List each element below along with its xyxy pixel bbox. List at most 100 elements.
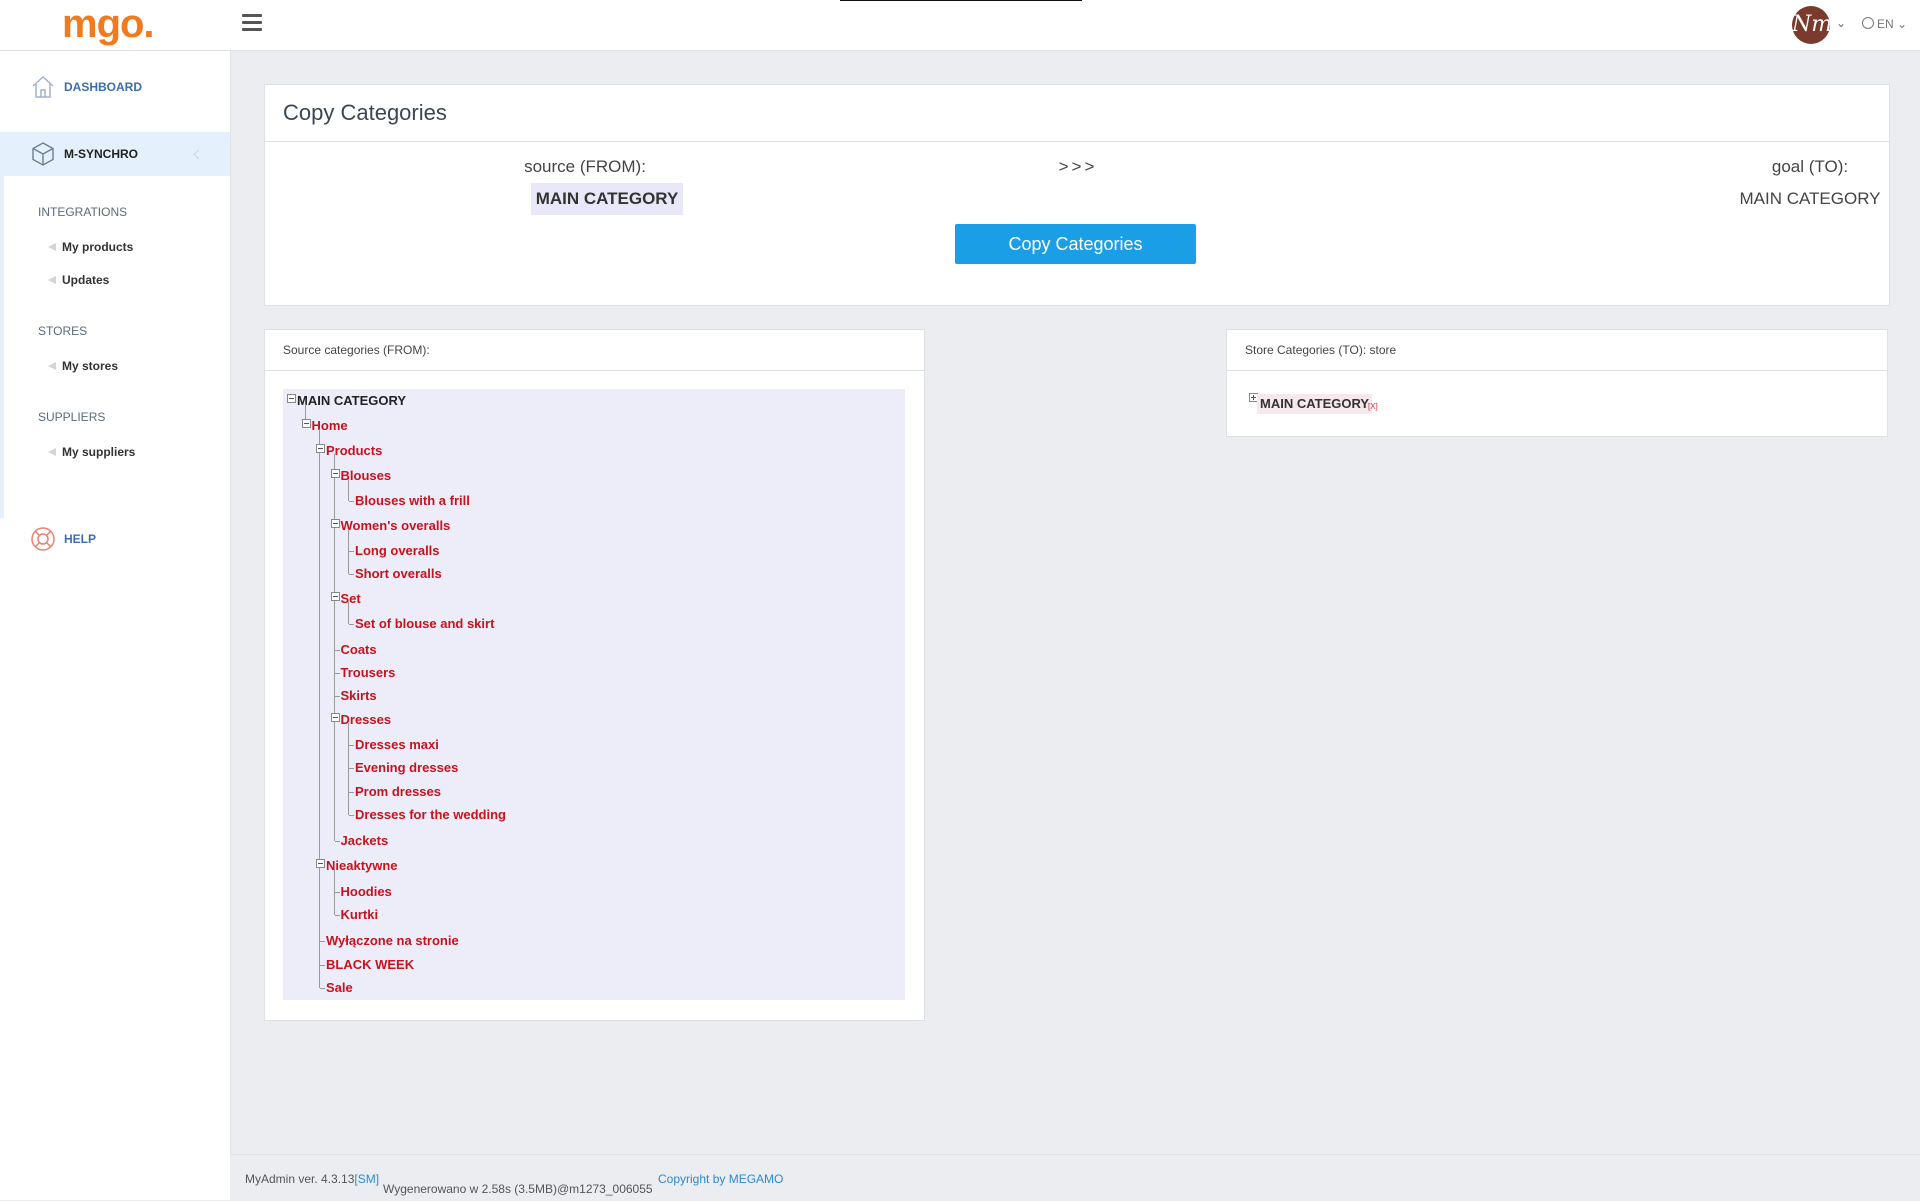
arrow-icon [48, 448, 56, 456]
tree-connector [320, 965, 325, 966]
sidebar-item-my-suppliers[interactable]: My suppliers [48, 445, 135, 459]
tree-connector [334, 696, 340, 697]
tree-node[interactable]: Set of blouse and skirt [355, 616, 494, 631]
copy-categories-panel: Copy Categories source (FROM): MAIN CATE… [264, 84, 1890, 306]
section-title-suppliers: SUPPLIERS [38, 410, 106, 424]
sm-link[interactable]: [SM] [354, 1172, 379, 1186]
tree-connector [349, 501, 354, 502]
sidebar-item-label: DASHBOARD [64, 80, 142, 94]
chevron-down-icon[interactable]: ⌄ [1836, 16, 1846, 30]
collapse-icon[interactable] [287, 394, 296, 403]
tree-connector [348, 602, 349, 624]
tree-node[interactable]: Set [341, 591, 361, 606]
direction-arrows: >>> [1058, 157, 1098, 176]
tree-connector [334, 915, 340, 916]
goal-label: goal (TO): [1771, 157, 1849, 176]
tree-connector [334, 650, 340, 651]
footer-generated: Wygenerowano w 2.58s (3.5MB)@m1273_00605… [383, 1182, 653, 1196]
tree-connector [348, 723, 349, 815]
footer: MyAdmin ver. 4.3.13[SM] Wygenerowano w 2… [230, 1154, 1920, 1201]
source-tree: MAIN CATEGORY Home Products Blouses Blouses … [283, 389, 905, 1000]
tree-connector [349, 551, 354, 552]
sidebar-item-msynchro[interactable]: M-SYNCHRO [0, 132, 230, 176]
source-categories-panel: Source categories (FROM): MAIN CATEGORY H… [264, 329, 925, 1021]
source-label: source (FROM): [524, 157, 646, 176]
tree-node[interactable]: Coats [341, 642, 377, 657]
remove-icon[interactable]: [X] [1368, 402, 1378, 411]
sidebar-item-my-stores[interactable]: My stores [48, 359, 118, 373]
sidebar-item-dashboard[interactable]: DASHBOARD [0, 65, 230, 109]
tree-node[interactable]: Wyłączone na stronie [326, 933, 459, 948]
tree-node[interactable]: Trousers [341, 665, 396, 680]
collapse-icon[interactable] [301, 419, 311, 428]
tree-node[interactable]: Short overalls [355, 566, 442, 581]
footer-version: MyAdmin ver. 4.3.13[SM] [245, 1172, 379, 1186]
tree-connector [334, 673, 340, 674]
logo[interactable]: mgo. [62, 0, 155, 50]
collapse-icon[interactable] [316, 444, 325, 453]
tree-node[interactable]: Skirts [341, 688, 377, 703]
tree-node[interactable]: Sale [326, 980, 353, 995]
tree-connector [349, 792, 354, 793]
arrow-icon [48, 243, 56, 251]
collapse-icon[interactable] [330, 713, 340, 722]
collapse-icon[interactable] [330, 519, 340, 528]
collapse-icon[interactable] [316, 859, 325, 868]
tree-connector [349, 624, 354, 625]
tree-node[interactable]: Blouses with a frill [355, 493, 470, 508]
hamburger-menu-icon[interactable] [242, 14, 262, 32]
language-selector[interactable]: EN ⌄ [1862, 17, 1907, 31]
tree-node[interactable]: Dresses maxi [355, 737, 439, 752]
cube-icon [32, 142, 54, 166]
tree-connector [349, 815, 354, 816]
footer-copyright[interactable]: Copyright by MEGAMO [658, 1172, 783, 1186]
tree-node[interactable]: Long overalls [355, 543, 440, 558]
sidebar-item-help[interactable]: HELP [0, 517, 230, 561]
tree-connector [348, 479, 349, 501]
globe-icon [1862, 17, 1874, 29]
tree-connector [320, 941, 325, 942]
sidebar-item-label: Updates [62, 273, 110, 287]
language-label: EN [1877, 17, 1894, 31]
tree-node[interactable]: Nieaktywne [326, 858, 398, 873]
tree-connector [334, 841, 340, 842]
sidebar-item-label: HELP [64, 532, 97, 546]
arrow-icon [48, 276, 56, 284]
store-tree-root[interactable]: MAIN CATEGORY [1257, 394, 1373, 414]
collapse-icon[interactable] [330, 592, 340, 601]
tree-node[interactable]: Prom dresses [355, 784, 441, 799]
top-divider [840, 0, 1082, 1]
goal-value: MAIN CATEGORY [1739, 189, 1881, 208]
tree-node[interactable]: MAIN CATEGORY [297, 393, 406, 408]
sidebar: DASHBOARD M-SYNCHRO INTEGRATIONS My prod… [0, 51, 231, 1200]
tree-node[interactable]: Hoodies [341, 884, 392, 899]
tree-node[interactable]: Evening dresses [355, 760, 458, 775]
section-title-integrations: INTEGRATIONS [38, 205, 128, 219]
sidebar-item-label: M-SYNCHRO [64, 147, 138, 161]
tree-connector [349, 768, 354, 769]
tree-node[interactable]: Jackets [341, 833, 389, 848]
tree-connector [319, 429, 320, 988]
tree-node[interactable]: BLACK WEEK [326, 957, 414, 972]
tree-node[interactable]: Kurtki [341, 907, 379, 922]
sidebar-item-label: My products [62, 240, 134, 254]
submenu-indicator [0, 176, 4, 518]
sidebar-item-updates[interactable]: Updates [48, 273, 109, 287]
sidebar-item-label: My suppliers [62, 445, 136, 459]
home-icon [32, 75, 54, 98]
tree-connector [334, 892, 340, 893]
copy-categories-button[interactable]: Copy Categories [955, 224, 1196, 264]
tree-node[interactable]: Women's overalls [341, 518, 451, 533]
store-categories-panel: Store Categories (TO): store MAIN CATEGO… [1226, 329, 1888, 437]
source-value: MAIN CATEGORY [531, 183, 683, 215]
lifebuoy-icon [31, 527, 55, 551]
avatar[interactable]: Nm [1792, 6, 1830, 44]
source-panel-title: Source categories (FROM): [265, 330, 924, 371]
page-title: Copy Categories [265, 85, 1889, 142]
section-title-stores: STORES [38, 324, 88, 338]
collapse-icon[interactable] [330, 469, 340, 478]
tree-connector [349, 745, 354, 746]
sidebar-item-my-products[interactable]: My products [48, 240, 133, 254]
tree-node[interactable]: Home [312, 418, 348, 433]
tree-node[interactable]: Dresses for the wedding [355, 807, 506, 822]
